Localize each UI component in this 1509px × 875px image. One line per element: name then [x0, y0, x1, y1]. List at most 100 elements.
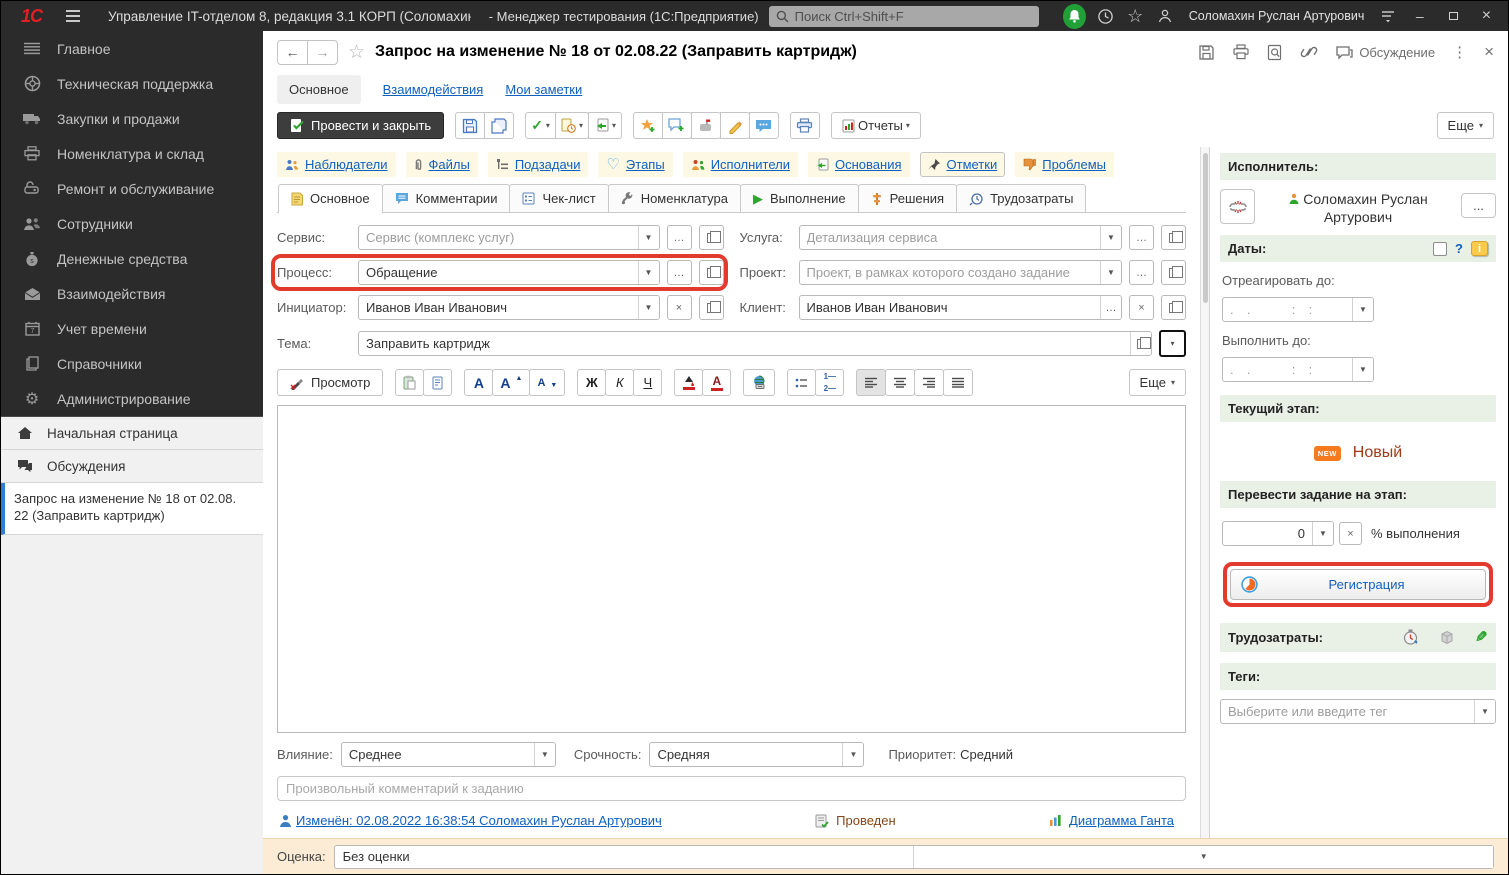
service-open-button[interactable] — [699, 225, 724, 250]
align-left-button[interactable] — [856, 369, 886, 396]
open-icon[interactable] — [1130, 332, 1151, 355]
service-field[interactable]: ▼ — [358, 225, 660, 250]
minimize-button[interactable]: – — [1408, 5, 1431, 27]
theme-dropdown-button[interactable]: ▾ — [1159, 330, 1186, 357]
sidebar-item-repair[interactable]: Ремонт и обслуживание — [1, 171, 263, 206]
sidebar-item-employees[interactable]: Сотрудники — [1, 206, 263, 241]
sidebar-item-money[interactable]: s Денежные средства — [1, 241, 263, 276]
initiator-field[interactable]: ▼ — [358, 295, 660, 320]
process-open-button[interactable] — [699, 260, 724, 285]
save-copy-button[interactable] — [484, 112, 514, 139]
service-input[interactable] — [359, 230, 638, 245]
influence-select[interactable]: ▼ — [341, 742, 556, 767]
history-icon[interactable] — [1096, 5, 1116, 27]
description-textarea[interactable] — [277, 405, 1186, 733]
project-field[interactable]: ▼ — [799, 260, 1123, 285]
chevron-down-icon[interactable]: ▼ — [1312, 522, 1333, 545]
align-center-button[interactable] — [885, 369, 915, 396]
font-decrease-button[interactable]: А▼ — [529, 369, 565, 396]
chevron-down-icon[interactable]: ▼ — [842, 743, 863, 766]
process-input[interactable] — [359, 265, 638, 280]
scrollbar-thumb[interactable] — [1203, 153, 1208, 303]
percent-input[interactable] — [1223, 526, 1312, 541]
chevron-down-icon[interactable]: ▼ — [534, 743, 555, 766]
chevron-down-icon[interactable]: ▼ — [913, 846, 1493, 868]
align-justify-button[interactable] — [943, 369, 973, 396]
back-button[interactable]: ← — [277, 40, 308, 65]
info-icon[interactable]: i — [1471, 241, 1488, 256]
underline-button[interactable]: Ч — [633, 369, 662, 396]
toolbar-more-button[interactable]: Еще▾ — [1437, 112, 1494, 139]
paste-button[interactable] — [395, 369, 424, 396]
usluga-open-button[interactable] — [1161, 225, 1186, 250]
tab-resheniya[interactable]: Решения — [858, 184, 957, 212]
ellipsis-icon[interactable]: … — [1100, 296, 1121, 319]
align-right-button[interactable] — [914, 369, 944, 396]
mailbox-button[interactable] — [691, 112, 721, 139]
close-app-button[interactable]: × — [1475, 5, 1498, 27]
tab-main[interactable]: Основное — [277, 75, 361, 104]
font-button[interactable]: А — [464, 369, 493, 396]
editor-more-button[interactable]: Еще▾ — [1129, 369, 1186, 396]
influence-input[interactable] — [342, 747, 534, 762]
favorites-star-icon[interactable]: ☆ — [1125, 5, 1145, 27]
chat-message-button[interactable] — [749, 112, 779, 139]
sidebar-item-main[interactable]: Главное — [1, 31, 263, 66]
project-input[interactable] — [800, 265, 1101, 280]
post-schedule-button[interactable]: ▾ — [555, 112, 589, 139]
process-choose-button[interactable]: … — [667, 260, 692, 285]
maximize-button[interactable] — [1441, 5, 1464, 27]
fill-color-button[interactable] — [674, 369, 703, 396]
executors-chip[interactable]: Исполнители — [683, 152, 798, 177]
theme-input[interactable] — [359, 336, 1130, 351]
score-select[interactable]: Без оценки ▼ — [334, 845, 1494, 869]
close-form-icon[interactable]: × — [1484, 42, 1494, 62]
more-menu-icon[interactable]: ⋮ — [1452, 43, 1467, 61]
main-menu-icon[interactable] — [66, 10, 80, 22]
gantt-link[interactable]: Диаграмма Ганта — [1069, 813, 1174, 828]
sidebar-open-task[interactable]: Запрос на изменение № 18 от 02.08. 22 (З… — [1, 483, 263, 535]
bold-button[interactable]: Ж — [577, 369, 606, 396]
usluga-field[interactable]: ▼ — [799, 225, 1123, 250]
usluga-input[interactable] — [800, 230, 1101, 245]
preview-icon[interactable] — [1267, 44, 1283, 61]
initiator-clear-button[interactable]: × — [667, 295, 692, 320]
sidebar-item-support[interactable]: Техническая поддержка — [1, 66, 263, 101]
bases-link[interactable]: Основания — [835, 157, 902, 172]
client-input[interactable] — [800, 300, 1101, 315]
tab-checklist[interactable]: Чек-лист — [509, 184, 608, 212]
link-icon[interactable] — [1300, 44, 1318, 60]
print-button[interactable] — [790, 112, 820, 139]
client-clear-button[interactable]: × — [1129, 295, 1154, 320]
files-chip[interactable]: Файлы — [406, 152, 478, 177]
favorite-star-icon[interactable]: ☆ — [348, 41, 365, 64]
user-icon[interactable] — [1155, 5, 1175, 27]
chevron-down-icon[interactable]: ▼ — [1474, 700, 1495, 723]
react-until-input[interactable] — [1223, 302, 1352, 317]
save-icon[interactable] — [1198, 44, 1215, 61]
problems-link[interactable]: Проблемы — [1042, 157, 1106, 172]
global-search-input[interactable]: Поиск Ctrl+Shift+F — [769, 6, 1039, 27]
numbered-list-button[interactable]: 1—2— — [815, 369, 844, 396]
stages-link[interactable]: Этапы — [626, 157, 665, 172]
print-icon[interactable] — [1232, 44, 1250, 60]
package-icon[interactable] — [1439, 630, 1455, 645]
preview-toggle-button[interactable]: Просмотр — [277, 369, 383, 396]
add-comment-button[interactable] — [662, 112, 692, 139]
sidebar-item-timetracking[interactable]: 7 Учет времени — [1, 311, 263, 346]
post-button[interactable]: ✓▾ — [525, 112, 556, 139]
edit-pencil-icon[interactable]: ✎ — [1475, 630, 1488, 645]
marks-chip[interactable]: Отметки — [920, 152, 1006, 177]
stages-chip[interactable]: ♡ Этапы — [598, 152, 672, 177]
watchers-link[interactable]: Наблюдатели — [305, 157, 388, 172]
bases-chip[interactable]: Основания — [808, 152, 910, 177]
react-until-field[interactable]: ▼ — [1222, 297, 1374, 322]
tags-field[interactable]: ▼ — [1220, 699, 1496, 724]
usluga-choose-button[interactable]: … — [1129, 225, 1154, 250]
project-choose-button[interactable]: … — [1129, 260, 1154, 285]
project-open-button[interactable] — [1161, 260, 1186, 285]
files-link[interactable]: Файлы — [429, 157, 470, 172]
sidebar-item-home[interactable]: Начальная страница — [1, 417, 263, 450]
urgency-select[interactable]: ▼ — [649, 742, 864, 767]
executor-name[interactable]: Соломахин Руслан Артурович — [1263, 189, 1453, 226]
